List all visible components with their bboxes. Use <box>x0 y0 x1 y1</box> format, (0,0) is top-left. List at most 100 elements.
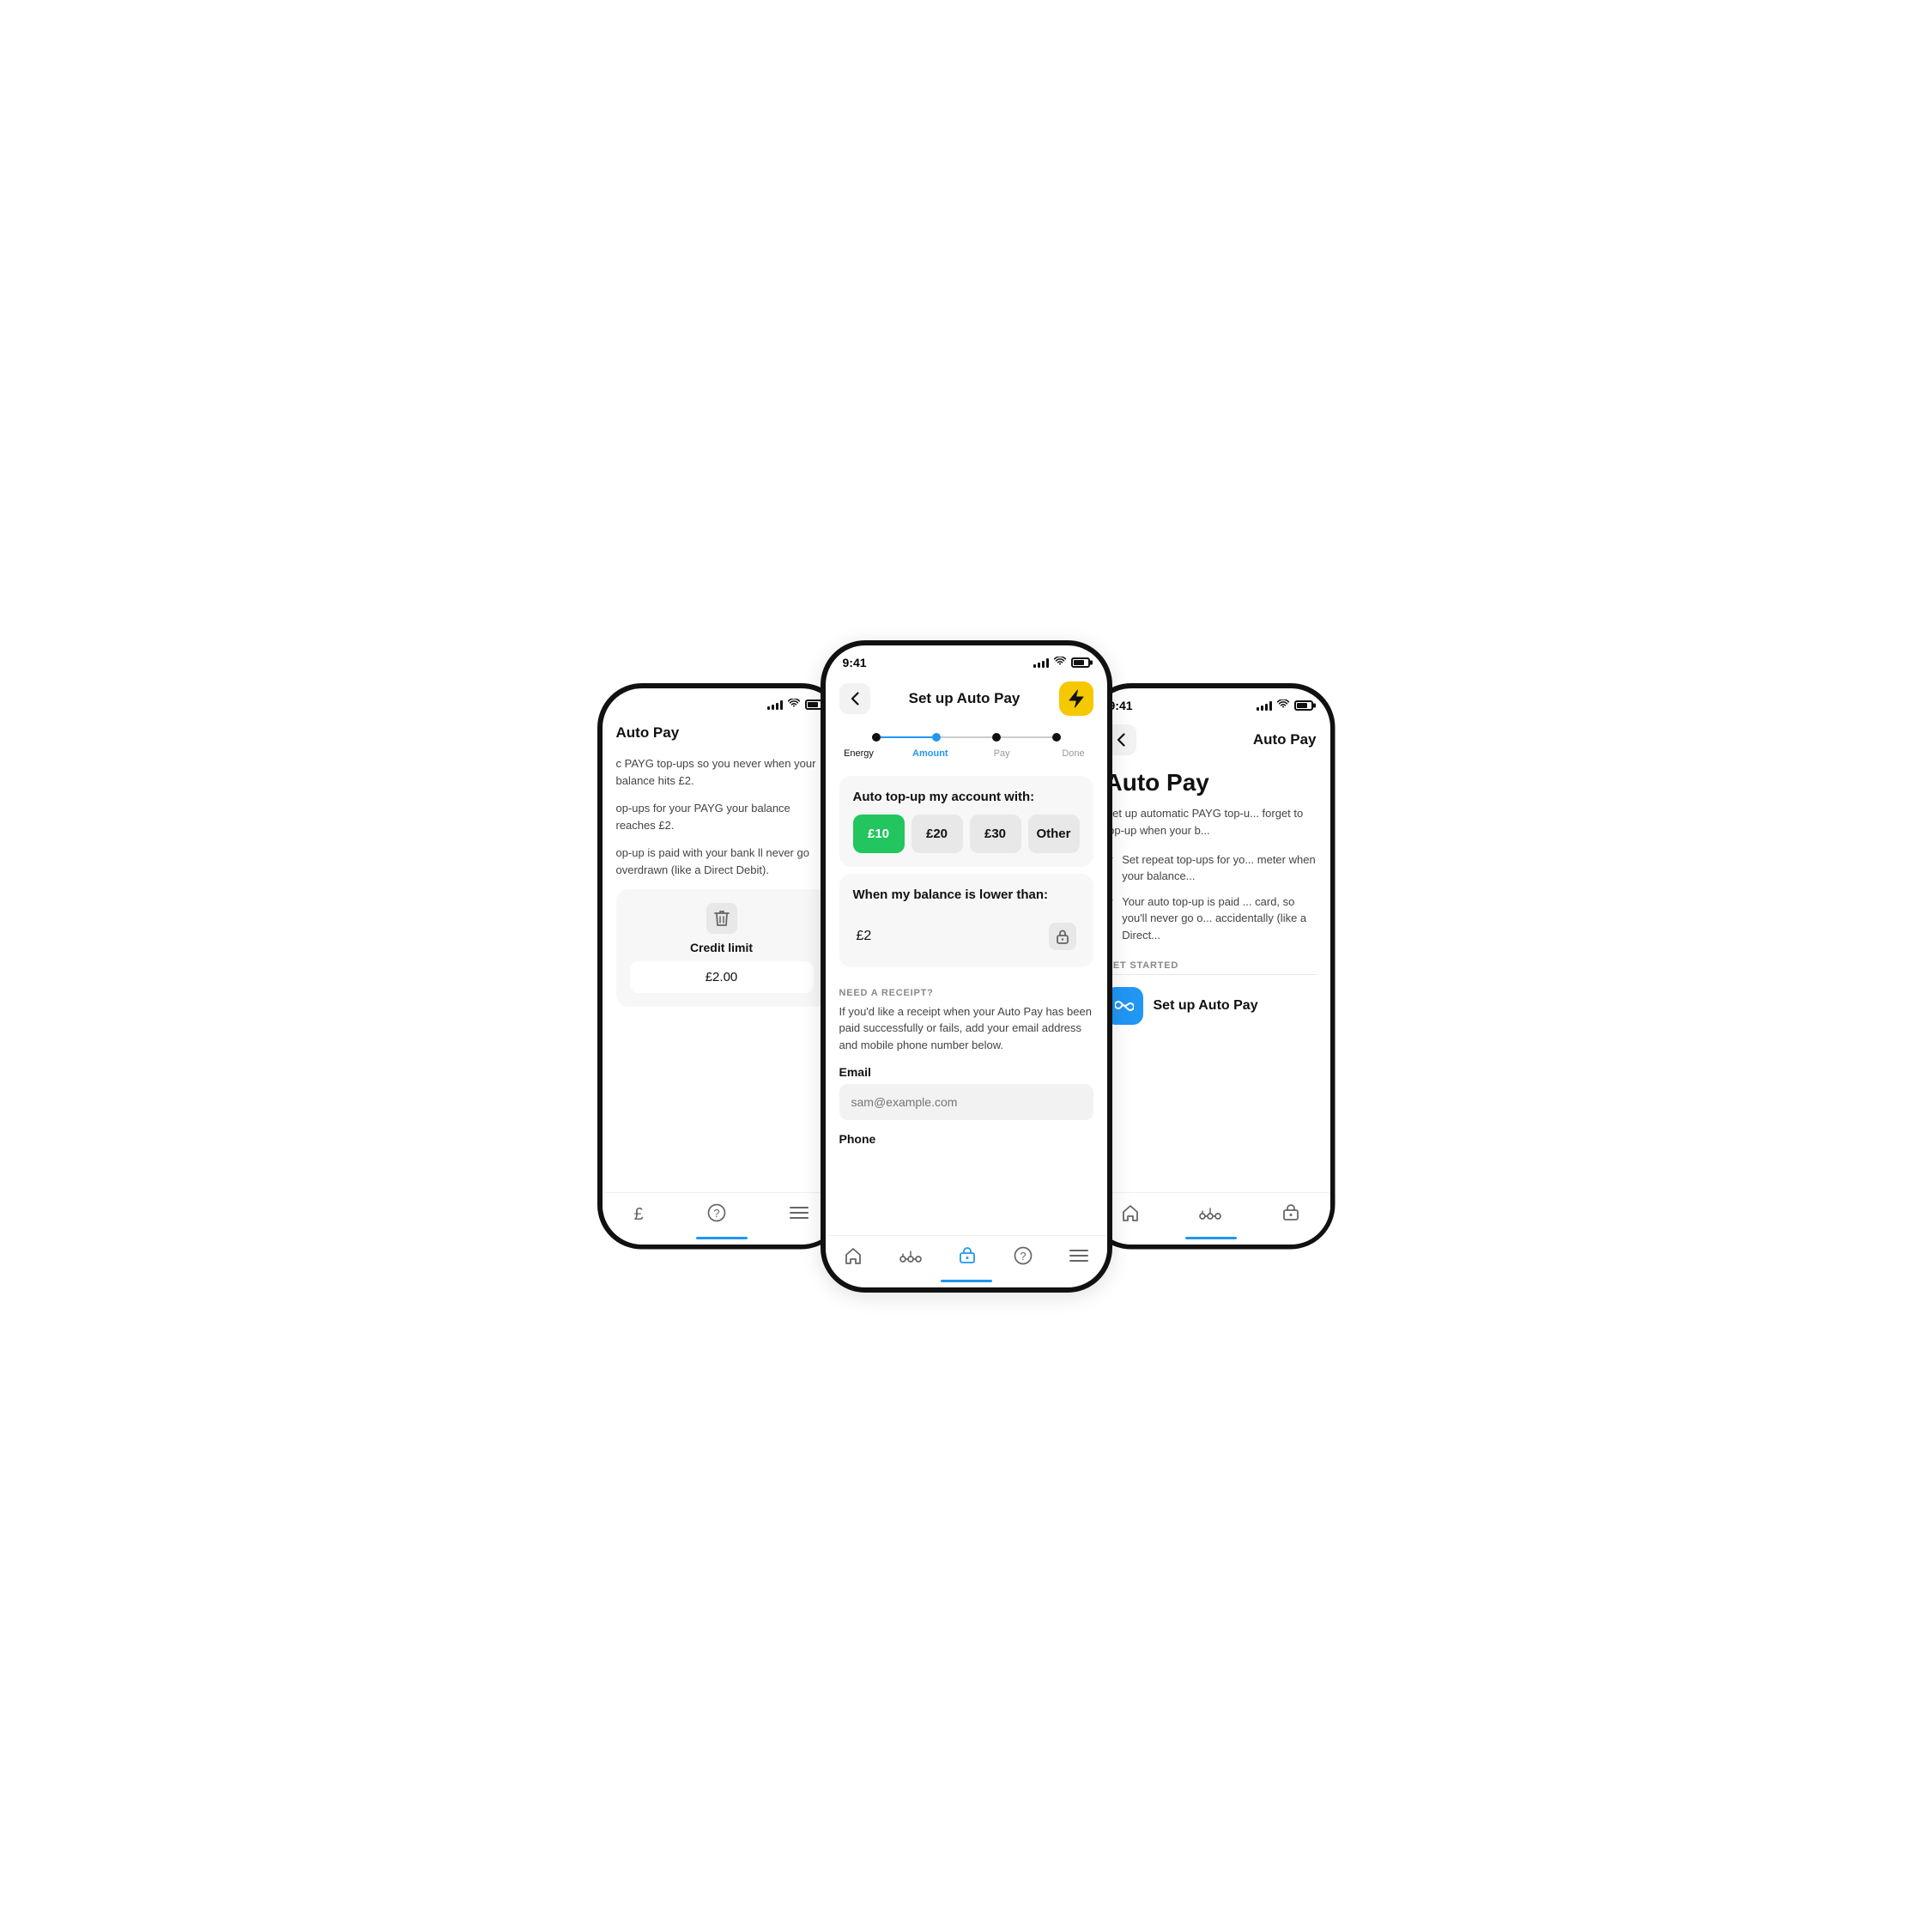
step-indicator <box>826 723 1107 745</box>
step-dot-4 <box>1052 733 1061 742</box>
svg-text:?: ? <box>713 1207 719 1220</box>
help-icon: ? <box>707 1203 726 1227</box>
right-bottom-nav <box>1092 1192 1330 1245</box>
center-help-icon: ? <box>1014 1246 1033 1270</box>
center-nav-help[interactable]: ? <box>1005 1245 1041 1272</box>
right-nav-network[interactable] <box>1190 1203 1230 1226</box>
receipt-section: NEED A RECEIPT? If you'd like a receipt … <box>826 974 1107 1159</box>
check-list-item-1: ✓ Set repeat top-ups for yo... meter whe… <box>1105 851 1317 885</box>
check-list: ✓ Set repeat top-ups for yo... meter whe… <box>1105 851 1317 944</box>
step-label-amount: Amount <box>909 748 952 759</box>
right-nav-bar: Auto Pay <box>1092 718 1330 762</box>
step-line-3 <box>1001 736 1052 738</box>
left-body3: op-up is paid with your bank ll never go… <box>616 845 827 879</box>
home-icon <box>844 1246 863 1270</box>
check-list-item-2: ✓ Your auto top-up is paid ... card, so … <box>1105 893 1317 944</box>
left-credit-card: Credit limit £2.00 <box>616 889 827 1007</box>
center-nav-bar: Set up Auto Pay <box>826 675 1107 723</box>
right-status-bar: 9:41 <box>1092 688 1330 718</box>
setup-btn-label: Set up Auto Pay <box>1154 998 1258 1014</box>
topup-section: Auto top-up my account with: £10 £20 £30… <box>839 776 1093 867</box>
amount-btn-20[interactable]: £20 <box>911 815 963 853</box>
pound-icon: £ <box>634 1205 644 1225</box>
step-label-pay: Pay <box>980 748 1023 759</box>
center-nav-account[interactable] <box>949 1245 985 1272</box>
right-page-title: Auto Pay <box>1105 769 1317 796</box>
wifi-icon <box>788 699 800 711</box>
balance-title: When my balance is lower than: <box>853 887 1080 902</box>
right-account-icon <box>1281 1203 1300 1227</box>
center-time: 9:41 <box>843 656 867 669</box>
setup-autopay-button[interactable]: Set up Auto Pay <box>1105 987 1317 1025</box>
left-phone: Auto Pay c PAYG top-ups so you never whe… <box>597 683 846 1250</box>
balance-section: When my balance is lower than: £2 <box>839 874 1093 967</box>
step-dot-3 <box>992 733 1001 742</box>
center-bottom-nav: ? <box>826 1235 1107 1287</box>
check-text-2: Your auto top-up is paid ... card, so yo… <box>1122 893 1316 944</box>
balance-input-row: £2 <box>853 912 1080 954</box>
center-signal-icon <box>1033 657 1049 668</box>
left-nav-pound[interactable]: £ <box>626 1203 652 1226</box>
center-nav-network[interactable] <box>891 1246 930 1269</box>
right-battery-icon <box>1294 700 1313 711</box>
center-menu-icon <box>1069 1248 1088 1268</box>
account-icon <box>958 1246 977 1270</box>
lightning-button[interactable] <box>1059 681 1093 716</box>
receipt-label: NEED A RECEIPT? <box>839 988 1093 998</box>
left-bottom-nav: £ ? <box>603 1192 841 1245</box>
left-nav-menu[interactable] <box>781 1203 817 1226</box>
right-bottom-indicator <box>1185 1237 1237 1239</box>
center-status-bar: 9:41 <box>826 645 1107 675</box>
svg-text:?: ? <box>1021 1250 1027 1263</box>
right-network-icon <box>1199 1205 1221 1225</box>
amount-btn-other[interactable]: Other <box>1028 815 1080 853</box>
right-wifi-icon <box>1277 700 1289 712</box>
check-text-1: Set repeat top-ups for yo... meter when … <box>1122 851 1316 885</box>
center-battery-icon <box>1071 657 1090 668</box>
amount-buttons: £10 £20 £30 Other <box>853 815 1080 853</box>
right-nav-account[interactable] <box>1273 1202 1309 1229</box>
right-body-text: Set up automatic PAYG top-u... forget to… <box>1105 805 1317 839</box>
left-status-bar <box>603 688 841 716</box>
center-bottom-indicator <box>941 1280 992 1282</box>
left-bottom-indicator <box>696 1237 748 1239</box>
right-time: 9:41 <box>1109 699 1133 712</box>
center-status-icons <box>1033 657 1090 669</box>
balance-value: £2 <box>857 929 872 944</box>
center-nav-menu[interactable] <box>1061 1246 1097 1269</box>
right-signal-icon <box>1257 700 1272 711</box>
network-icon <box>899 1248 922 1268</box>
step-dot-1 <box>872 733 881 742</box>
left-body1: c PAYG top-ups so you never when your ba… <box>616 755 827 790</box>
left-content: Auto Pay c PAYG top-ups so you never whe… <box>603 716 841 1008</box>
divider <box>1105 974 1317 975</box>
step-line-2 <box>941 736 992 738</box>
amount-btn-10[interactable]: £10 <box>853 815 905 853</box>
lock-icon <box>1049 923 1076 950</box>
email-label: Email <box>839 1065 1093 1079</box>
center-nav-title: Set up Auto Pay <box>909 690 1021 707</box>
step-dot-2 <box>932 733 941 742</box>
scene: Auto Pay c PAYG top-ups so you never whe… <box>494 606 1438 1327</box>
right-status-icons <box>1257 700 1313 712</box>
back-button[interactable] <box>839 683 870 714</box>
left-status-icons <box>767 699 824 711</box>
amount-btn-30[interactable]: £30 <box>970 815 1021 853</box>
email-input[interactable] <box>839 1084 1093 1120</box>
topup-title: Auto top-up my account with: <box>853 790 1080 804</box>
right-phone: 9:41 <box>1087 683 1335 1250</box>
step-label-energy: Energy <box>838 748 881 759</box>
receipt-desc: If you'd like a receipt when your Auto P… <box>839 1003 1093 1054</box>
left-page-title: Auto Pay <box>616 716 827 755</box>
step-labels: Energy Amount Pay Done <box>826 745 1107 769</box>
signal-icon <box>767 700 783 710</box>
right-nav-home[interactable] <box>1112 1202 1148 1229</box>
right-content: Auto Pay Set up automatic PAYG top-u... … <box>1092 769 1330 1026</box>
step-line-1 <box>881 736 932 738</box>
menu-icon <box>790 1205 809 1225</box>
left-nav-help[interactable]: ? <box>699 1202 735 1229</box>
credit-limit-label: Credit limit <box>690 941 753 954</box>
center-nav-home[interactable] <box>835 1245 871 1272</box>
trash-icon[interactable] <box>706 903 737 934</box>
get-started-label: GET STARTED <box>1105 960 1317 971</box>
